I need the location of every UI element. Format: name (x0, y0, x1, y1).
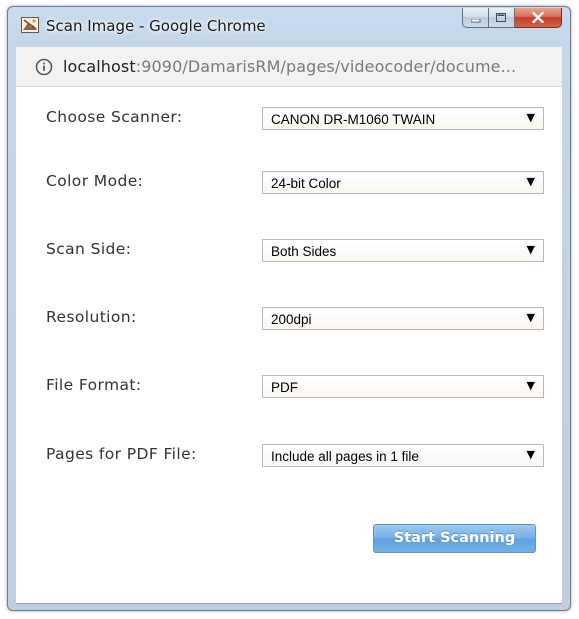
scan-side-select[interactable]: Both Sides ▼ (262, 239, 544, 262)
scanner-select-value: CANON DR-M1060 TWAIN (271, 112, 436, 127)
resolution-row: Resolution: 200dpi ▼ (16, 307, 562, 331)
start-scanning-button[interactable]: Start Scanning (373, 524, 536, 553)
file-format-select[interactable]: PDF ▼ (262, 375, 544, 398)
pages-for-pdf-select-value: Include all pages in 1 file (271, 449, 419, 464)
url-host: localhost (63, 57, 136, 76)
maximize-icon (496, 8, 507, 27)
color-mode-row: Color Mode: 24-bit Color ▼ (16, 171, 562, 195)
resolution-label: Resolution: (46, 308, 137, 326)
url-path: :9090/DamarisRM/pages/videocoder/docume.… (135, 57, 517, 76)
triangle-down-icon: ▼ (526, 311, 535, 324)
browser-popup-window: Scan Image - Google Chrome localhost:909… (7, 6, 571, 611)
scanner-label: Choose Scanner: (46, 108, 183, 126)
scanner-app-icon (21, 17, 39, 33)
triangle-down-icon: ▼ (526, 111, 535, 124)
pages-for-pdf-row: Pages for PDF File: Include all pages in… (16, 444, 562, 468)
color-mode-select[interactable]: 24-bit Color ▼ (262, 171, 544, 194)
scanner-select[interactable]: CANON DR-M1060 TWAIN ▼ (262, 107, 544, 130)
triangle-down-icon: ▼ (526, 379, 535, 392)
file-format-select-value: PDF (271, 380, 298, 395)
resolution-select-value: 200dpi (271, 312, 312, 327)
triangle-down-icon: ▼ (526, 175, 535, 188)
title-bar[interactable]: Scan Image - Google Chrome (8, 7, 570, 45)
scan-side-select-value: Both Sides (271, 244, 337, 259)
minimize-icon (470, 8, 481, 27)
triangle-down-icon: ▼ (526, 448, 535, 461)
pages-for-pdf-label: Pages for PDF File: (46, 445, 197, 463)
file-format-label: File Format: (46, 376, 142, 394)
pages-for-pdf-select[interactable]: Include all pages in 1 file ▼ (262, 444, 544, 467)
info-icon[interactable] (35, 58, 53, 76)
window-controls (462, 8, 562, 30)
scanner-row: Choose Scanner: CANON DR-M1060 TWAIN ▼ (16, 107, 562, 131)
window-title: Scan Image - Google Chrome (46, 17, 266, 35)
close-icon (532, 8, 544, 27)
color-mode-label: Color Mode: (46, 172, 144, 190)
scan-side-label: Scan Side: (46, 240, 132, 258)
color-mode-select-value: 24-bit Color (271, 176, 341, 191)
maximize-button[interactable] (489, 8, 515, 28)
triangle-down-icon: ▼ (526, 243, 535, 256)
file-format-row: File Format: PDF ▼ (16, 375, 562, 399)
address-bar[interactable]: localhost:9090/DamarisRM/pages/videocode… (16, 47, 562, 87)
resolution-select[interactable]: 200dpi ▼ (262, 307, 544, 330)
minimize-button[interactable] (462, 8, 489, 28)
close-button[interactable] (515, 8, 562, 28)
url-text[interactable]: localhost:9090/DamarisRM/pages/videocode… (63, 57, 557, 76)
scan-form: Choose Scanner: CANON DR-M1060 TWAIN ▼ C… (16, 87, 562, 604)
scan-side-row: Scan Side: Both Sides ▼ (16, 239, 562, 263)
